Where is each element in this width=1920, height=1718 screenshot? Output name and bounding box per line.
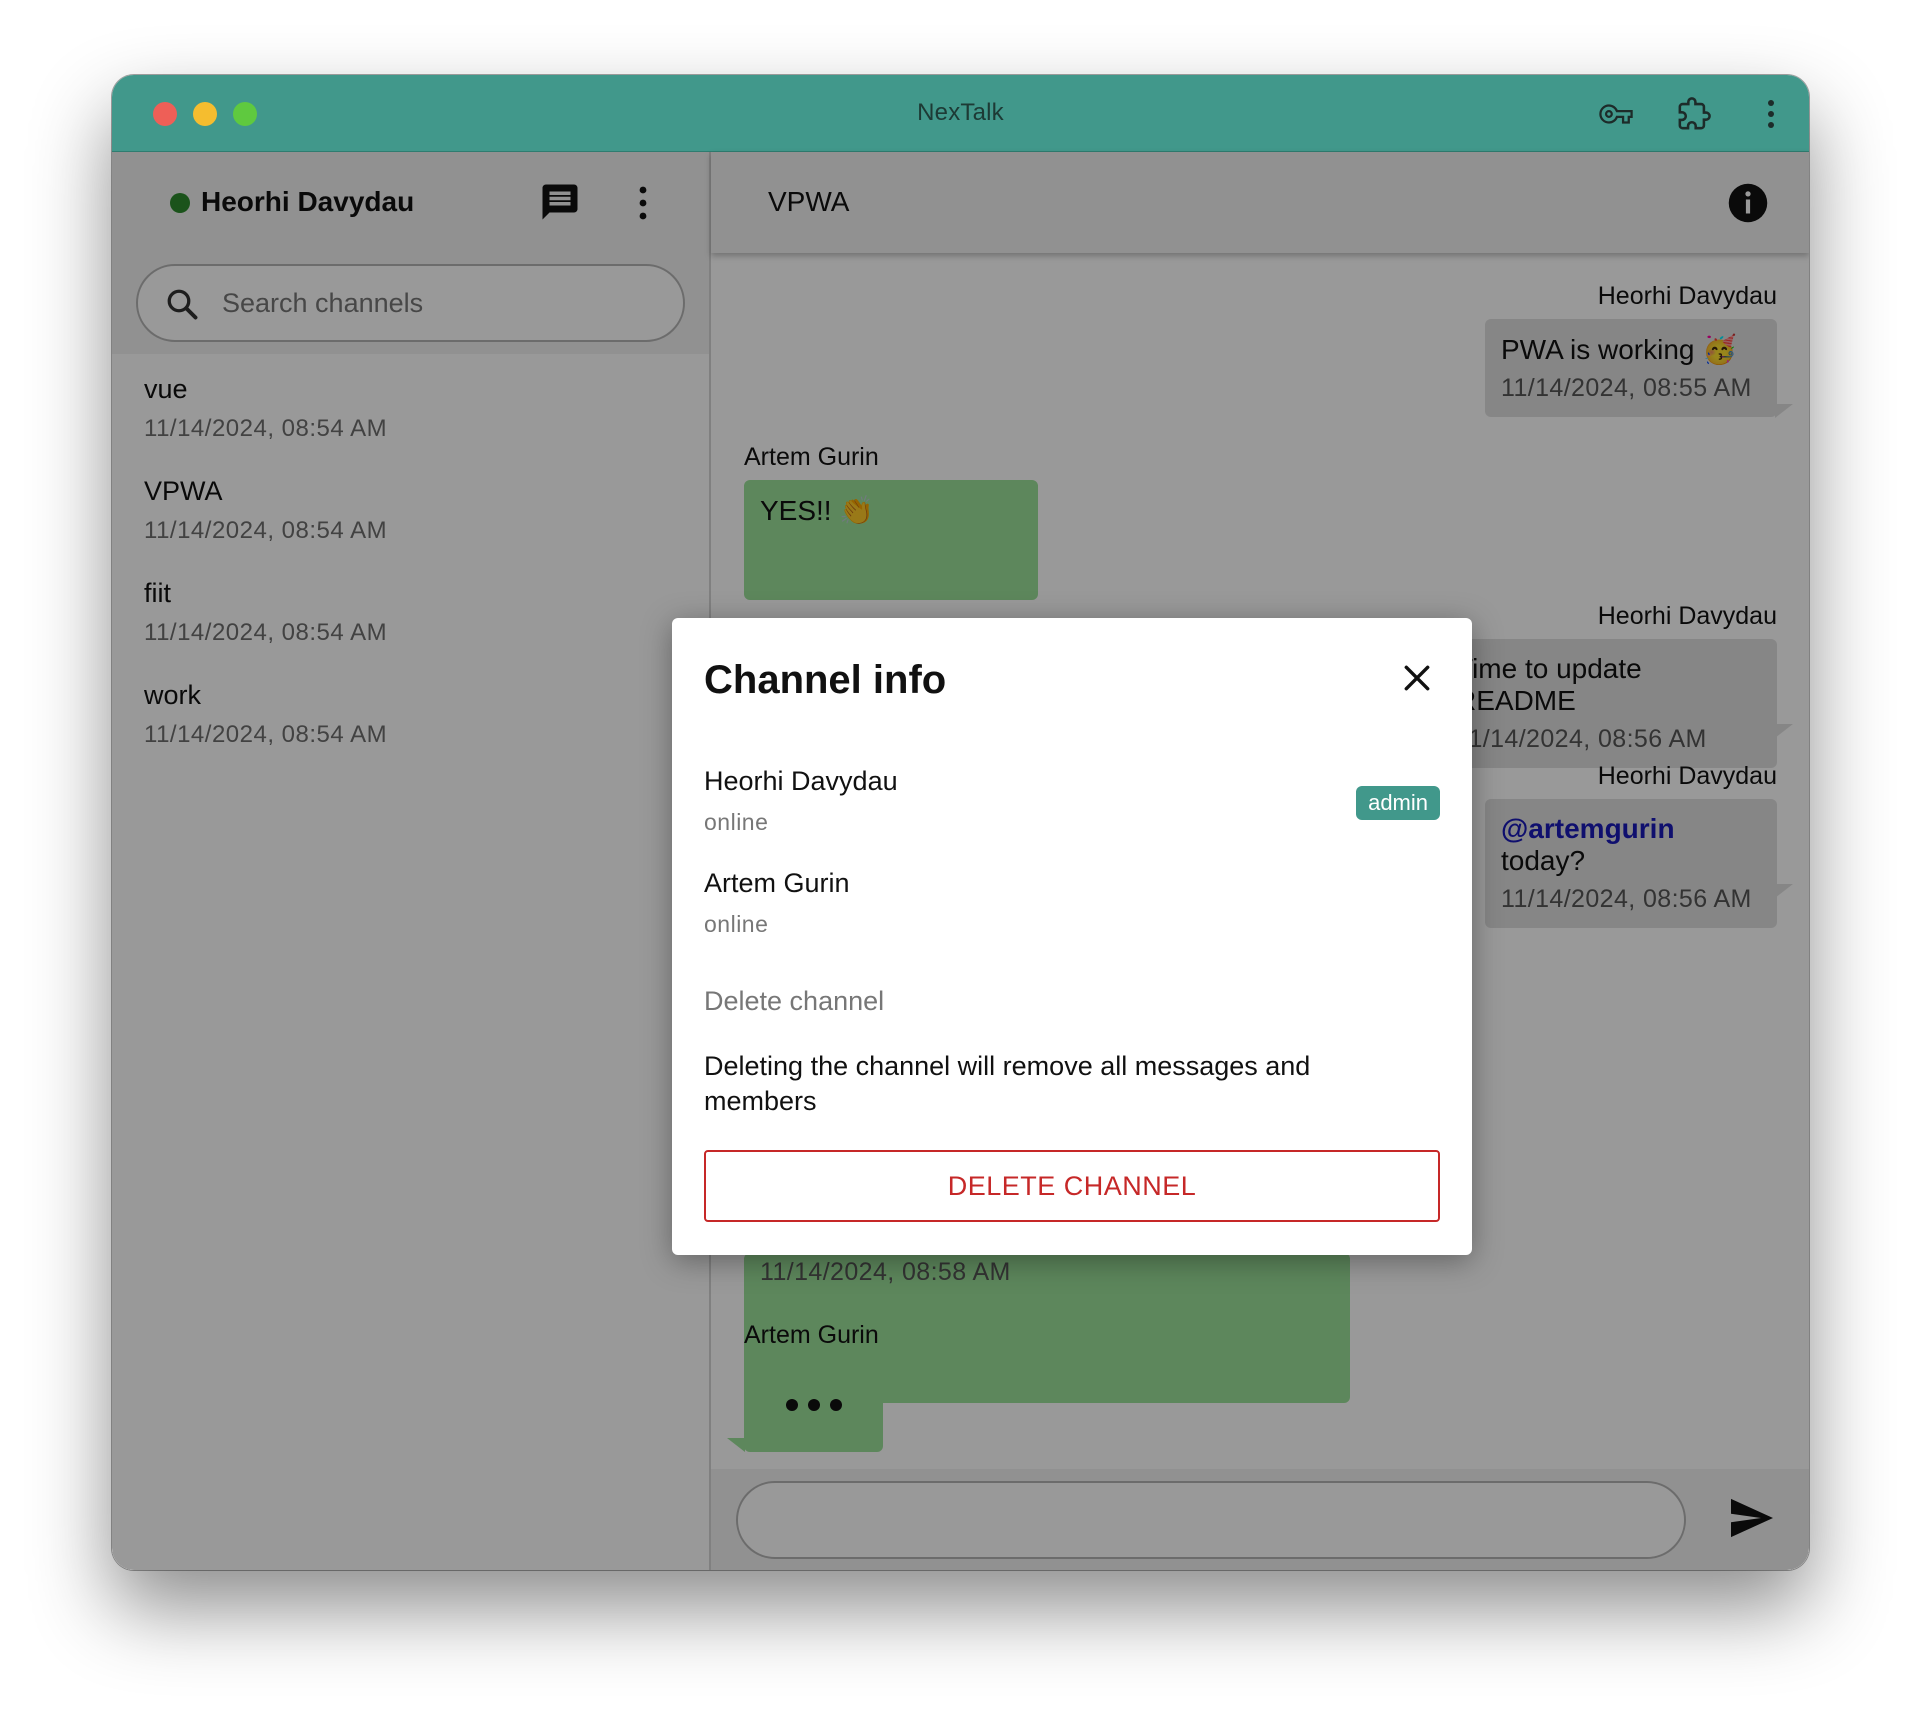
app-window: NexTalk Heorhi Davydau Search channels v… (112, 75, 1809, 1570)
member-status: online (704, 809, 769, 835)
delete-channel-button[interactable]: DELETE CHANNEL (704, 1150, 1440, 1222)
channel-info-dialog: Channel info Heorhi Davydau online admin… (672, 618, 1472, 1255)
member-status: online (704, 911, 769, 937)
window-more-icon[interactable] (1752, 95, 1790, 133)
title-bar: NexTalk (112, 75, 1809, 152)
key-icon[interactable] (1597, 95, 1635, 133)
admin-badge: admin (1356, 786, 1440, 820)
member-name: Artem Gurin (704, 868, 850, 898)
delete-description: Deleting the channel will remove all mes… (704, 1051, 1311, 1116)
member-name: Heorhi Davydau (704, 766, 898, 796)
dialog-title: Channel info (704, 658, 947, 702)
window-title: NexTalk (917, 99, 1004, 126)
member-item[interactable]: Heorhi Davydau online admin (704, 766, 1440, 836)
extension-icon[interactable] (1675, 95, 1713, 133)
close-icon[interactable] (1392, 653, 1442, 703)
delete-section-label: Delete channel (704, 986, 885, 1016)
member-item[interactable]: Artem Gurin online (704, 868, 1440, 938)
